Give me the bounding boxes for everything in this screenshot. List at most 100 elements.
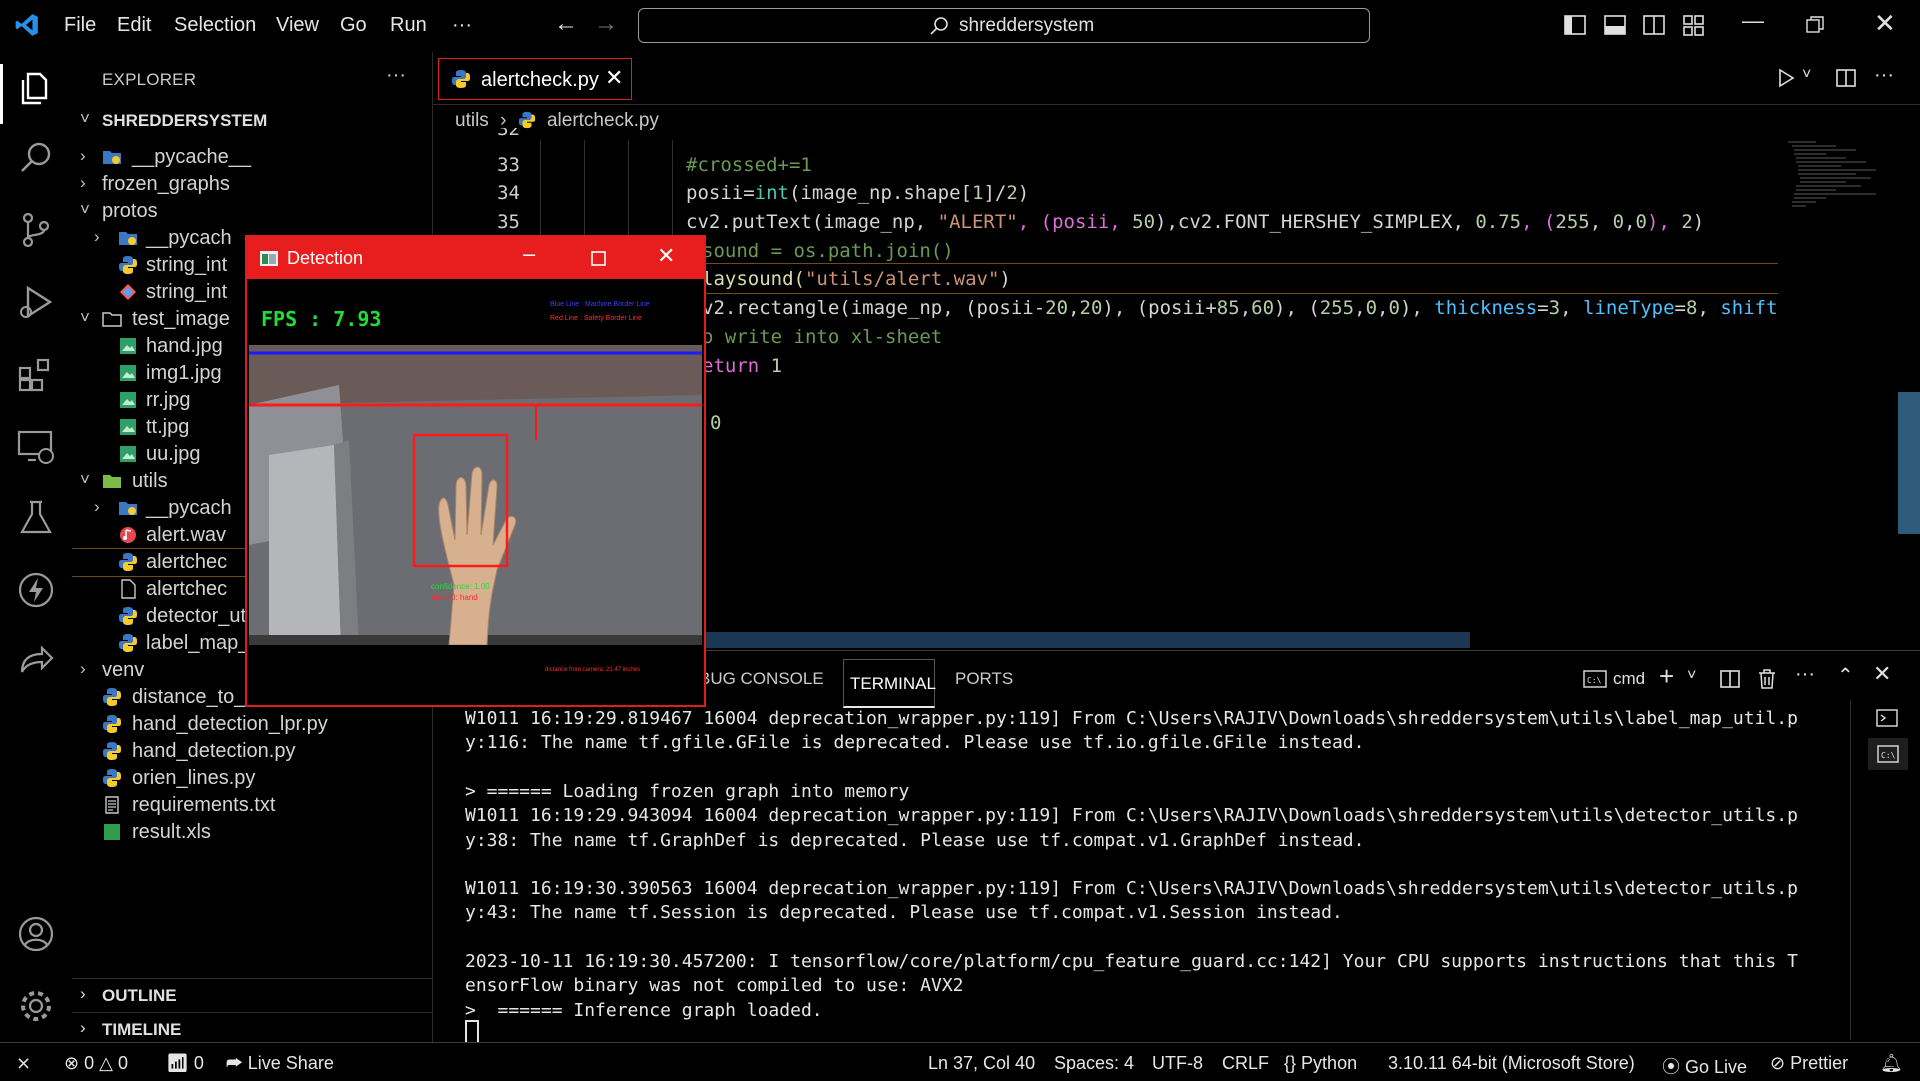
- tab-terminal[interactable]: TERMINAL: [843, 659, 936, 708]
- tree-item[interactable]: › __pycache__: [72, 144, 432, 171]
- run-debug-icon[interactable]: [16, 282, 56, 322]
- customize-layout-icon[interactable]: [1683, 14, 1705, 36]
- menu-edit[interactable]: Edit: [117, 14, 151, 37]
- tree-item[interactable]: › frozen_graphs: [72, 171, 432, 198]
- tree-item-label: __pycach: [146, 227, 232, 249]
- close-window-icon[interactable]: ✕: [657, 243, 675, 269]
- maximize-icon[interactable]: [591, 251, 606, 266]
- ports-indicator[interactable]: 📶︎ 0: [166, 1053, 204, 1074]
- editor-more-actions-icon[interactable]: ···: [1874, 64, 1894, 87]
- horizontal-scrollbar[interactable]: [700, 632, 1470, 648]
- minimap[interactable]: [1786, 140, 1886, 220]
- tree-item[interactable]: hand_detection.py: [72, 738, 432, 765]
- restore-icon[interactable]: [1806, 16, 1824, 34]
- python-file-icon: [102, 768, 122, 788]
- tree-item[interactable]: hand_detection_lpr.py: [72, 711, 432, 738]
- tab-alertcheck[interactable]: alertcheck.py ✕: [438, 58, 632, 100]
- live-share-icon[interactable]: [16, 642, 56, 682]
- source-control-icon[interactable]: [16, 210, 56, 250]
- indentation[interactable]: Spaces: 4: [1054, 1053, 1134, 1074]
- command-center-search[interactable]: shreddersystem: [638, 8, 1370, 43]
- menu-view[interactable]: View: [276, 14, 319, 37]
- cursor-position[interactable]: Ln 37, Col 40: [928, 1053, 1035, 1074]
- terminal-instance-selected[interactable]: C:\: [1868, 738, 1908, 770]
- chevron-right-icon[interactable]: ›: [94, 227, 100, 247]
- breadcrumb-file[interactable]: alertcheck.py: [547, 110, 659, 131]
- notifications-bell-icon[interactable]: 🔔︎: [1880, 1053, 1903, 1074]
- chevron-down-icon[interactable]: ˅: [80, 200, 90, 220]
- tree-item[interactable]: result.xls: [72, 819, 432, 846]
- detection-title-bar[interactable]: Detection – ✕: [247, 237, 704, 279]
- prettier[interactable]: ⊘ Prettier: [1770, 1053, 1848, 1074]
- accounts-icon[interactable]: [16, 914, 56, 954]
- live-share-status[interactable]: ⮫ Live Share: [226, 1053, 334, 1074]
- audio-file-icon: [118, 525, 138, 545]
- chevron-right-icon[interactable]: ›: [80, 659, 86, 679]
- chevron-right-icon[interactable]: ›: [94, 497, 100, 517]
- chevron-down-icon[interactable]: ˅: [80, 308, 90, 328]
- maximize-panel-icon[interactable]: ⌃: [1837, 663, 1854, 688]
- run-file-icon[interactable]: [1776, 68, 1796, 88]
- menu-run[interactable]: Run: [390, 14, 427, 37]
- toggle-panel-icon[interactable]: [1604, 14, 1626, 36]
- fps-label: FPS : 7.93: [261, 307, 382, 331]
- chevron-down-icon[interactable]: ˅: [1687, 667, 1696, 685]
- menu-selection[interactable]: Selection: [174, 14, 256, 37]
- tree-item[interactable]: requirements.txt: [72, 792, 432, 819]
- chevron-down-icon[interactable]: ˅: [80, 470, 90, 490]
- tree-item-label: utils: [132, 470, 168, 492]
- close-window-icon[interactable]: ✕: [1874, 8, 1896, 39]
- editor-tab-bar: [433, 52, 1920, 105]
- tree-item[interactable]: ˅ protos: [72, 198, 432, 225]
- remote-indicator-icon[interactable]: ⨯: [16, 1053, 31, 1074]
- tree-item-label: string_int: [146, 281, 228, 303]
- python-interpreter[interactable]: 3.10.11 64-bit (Microsoft Store): [1388, 1053, 1635, 1074]
- problems-indicator[interactable]: ⊗ 0 △ 0: [64, 1053, 128, 1074]
- cmd-shell-icon: C:\: [1877, 745, 1899, 763]
- minimize-icon[interactable]: –: [523, 241, 535, 267]
- tree-item-label: protos: [102, 200, 158, 222]
- search-label: shreddersystem: [959, 15, 1095, 36]
- chevron-right-icon[interactable]: ›: [80, 173, 86, 193]
- testing-flask-icon[interactable]: [16, 498, 56, 538]
- settings-gear-icon[interactable]: [16, 986, 56, 1026]
- trash-icon[interactable]: [1758, 669, 1776, 689]
- search-icon[interactable]: [16, 138, 56, 178]
- terminal-instance-icon[interactable]: [1876, 708, 1898, 728]
- line-number: 33: [497, 154, 520, 176]
- tree-item[interactable]: orien_lines.py: [72, 765, 432, 792]
- go-live[interactable]: ⦿ Go Live: [1662, 1053, 1747, 1079]
- back-arrow-icon[interactable]: ←: [554, 10, 578, 38]
- extensions-icon[interactable]: [16, 354, 56, 394]
- remote-explorer-icon[interactable]: [16, 426, 56, 466]
- split-editor-icon[interactable]: [1836, 68, 1856, 88]
- chevron-right-icon[interactable]: ›: [80, 146, 86, 166]
- tab-debug-console[interactable]: BUG CONSOLE: [699, 669, 824, 689]
- split-terminal-icon[interactable]: [1720, 669, 1740, 689]
- run-dropdown-icon[interactable]: ˅: [1802, 66, 1811, 84]
- new-terminal-icon[interactable]: +: [1659, 661, 1674, 692]
- forward-arrow-icon[interactable]: →: [594, 10, 618, 38]
- terminal-shell-name[interactable]: cmd: [1613, 669, 1645, 689]
- panel-more-icon[interactable]: ···: [1795, 663, 1815, 686]
- minimize-icon[interactable]: —: [1742, 8, 1764, 34]
- vertical-scrollbar[interactable]: [1898, 392, 1920, 534]
- close-panel-icon[interactable]: ✕: [1873, 661, 1891, 687]
- menu-go[interactable]: Go: [340, 14, 367, 37]
- menu-file[interactable]: File: [64, 14, 96, 37]
- outline-section[interactable]: › OUTLINE: [72, 978, 432, 1012]
- encoding[interactable]: UTF-8: [1152, 1053, 1203, 1074]
- search-icon: [930, 17, 948, 35]
- line-endings[interactable]: CRLF: [1222, 1053, 1269, 1074]
- explorer-files-icon[interactable]: [16, 68, 56, 108]
- detection-window[interactable]: Detection – ✕ FPS : 7.93 Blue Line : Mac…: [245, 235, 706, 707]
- toggle-primary-sidebar-icon[interactable]: [1564, 14, 1586, 36]
- thunder-client-icon[interactable]: [16, 570, 56, 610]
- timeline-section[interactable]: › TIMELINE: [72, 1012, 432, 1046]
- tab-ports[interactable]: PORTS: [955, 669, 1013, 689]
- menu-more[interactable]: ···: [452, 14, 472, 37]
- toggle-secondary-sidebar-icon[interactable]: [1643, 14, 1665, 36]
- close-tab-icon[interactable]: ✕: [605, 65, 623, 91]
- language-mode[interactable]: {} Python: [1284, 1053, 1357, 1074]
- cabinet-shape: [269, 445, 341, 645]
